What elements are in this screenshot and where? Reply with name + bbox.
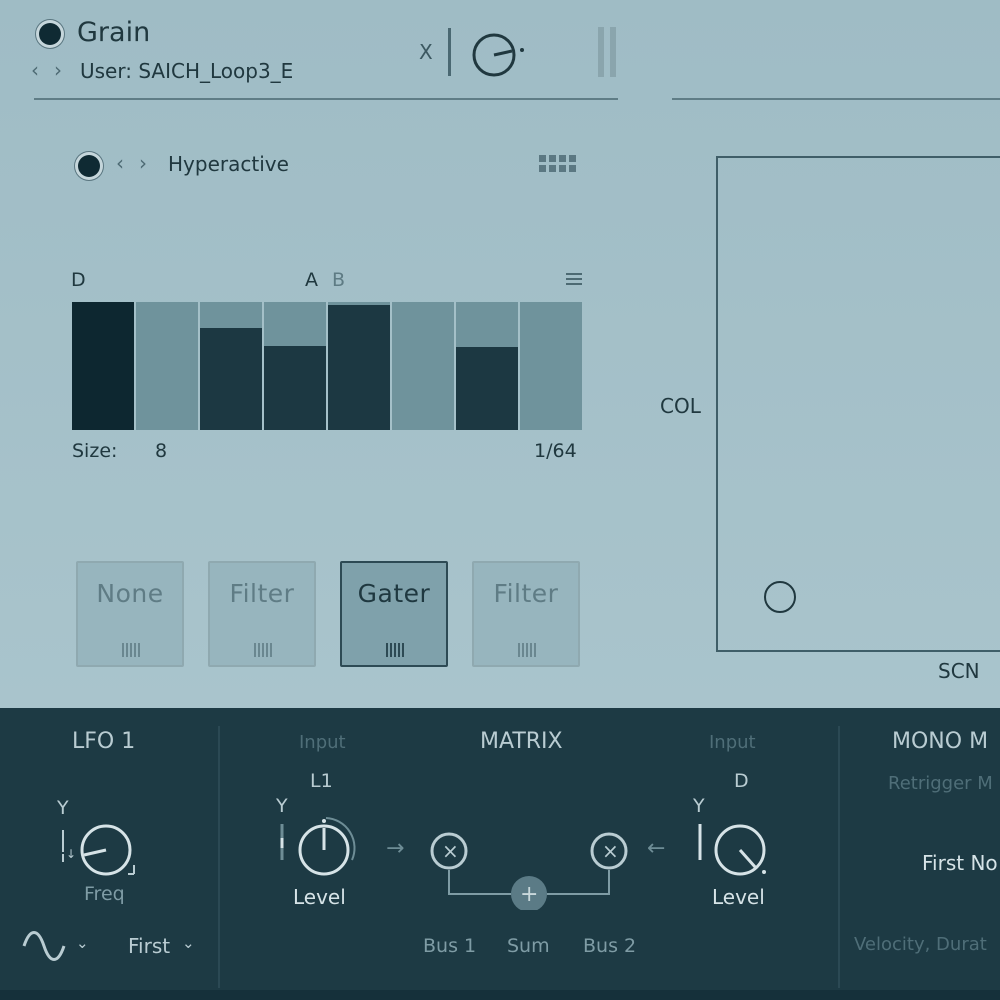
xy-y-axis-label: COL	[660, 394, 701, 418]
waveform-dropdown-icon[interactable]: ⌄	[76, 934, 89, 952]
mono-title: MONO M	[892, 729, 989, 754]
step-bar-7[interactable]	[456, 302, 518, 430]
arrow-right-icon: →	[386, 836, 405, 861]
rate-value[interactable]: 1/64	[534, 440, 577, 462]
grip-icon[interactable]	[386, 643, 404, 657]
bus1-multiply-icon[interactable]	[428, 830, 468, 870]
step-bar-fill	[200, 327, 262, 430]
svg-text:↓: ↓	[66, 847, 76, 861]
size-value[interactable]: 8	[155, 440, 167, 462]
lfo-retrigger-value[interactable]: First	[128, 934, 170, 958]
module-slot-2-label: Filter	[229, 579, 295, 608]
xy-pad[interactable]	[716, 156, 1000, 652]
bus1-label: Bus 1	[423, 935, 477, 957]
step-bar-fill	[328, 304, 390, 430]
matrix-right-y-label: Y	[693, 795, 705, 817]
drag-handle-left[interactable]	[598, 27, 604, 77]
module-power-toggle[interactable]	[39, 23, 61, 45]
sum-add-icon[interactable]	[510, 875, 550, 915]
module-slot-4-button[interactable]: Filter	[472, 561, 580, 667]
bottom-edge	[0, 990, 1000, 1000]
step-bar-2[interactable]	[136, 302, 198, 430]
sum-label: Sum	[507, 935, 550, 957]
module-slot-3-button[interactable]: Gater	[340, 561, 448, 667]
step-bar-6[interactable]	[392, 302, 454, 430]
step-bar-3[interactable]	[200, 302, 262, 430]
preset-prev-icon[interactable]: ‹	[31, 58, 39, 82]
size-label: Size:	[72, 440, 118, 462]
arrow-left-icon: ←	[647, 836, 666, 861]
bus2-multiply-icon[interactable]	[588, 830, 628, 870]
grip-icon[interactable]	[518, 643, 536, 657]
step-bar-fill	[456, 346, 518, 430]
step-sequencer[interactable]	[72, 0, 582, 432]
sine-wave-icon[interactable]	[20, 928, 68, 968]
matrix-title: MATRIX	[480, 729, 563, 754]
xy-pad-handle[interactable]	[764, 581, 796, 613]
lfo-freq-knob[interactable]: ↓	[60, 822, 150, 886]
matrix-right-level-knob[interactable]	[694, 816, 778, 886]
mono-velocity-label: Velocity, Durat	[854, 934, 987, 955]
lfo-y-label: Y	[57, 797, 69, 819]
mono-retrigger-label: Retrigger M	[888, 773, 993, 794]
matrix-left-source[interactable]: L1	[310, 770, 333, 792]
step-bar-1[interactable]	[72, 302, 134, 430]
step-bar-fill	[72, 302, 134, 430]
module-slot-1-button[interactable]: None	[76, 561, 184, 667]
matrix-right-level-label: Level	[712, 885, 765, 909]
bus2-label: Bus 2	[583, 935, 637, 957]
retrigger-dropdown-icon[interactable]: ⌄	[182, 934, 195, 952]
step-bar-4[interactable]	[264, 302, 326, 430]
matrix-input-right-label: Input	[709, 732, 756, 753]
lfo-title: LFO 1	[72, 729, 136, 754]
grip-icon[interactable]	[254, 643, 272, 657]
grip-icon[interactable]	[122, 643, 140, 657]
header-underline-right	[672, 98, 1000, 100]
module-slot-1-label: None	[96, 579, 164, 608]
step-bar-5[interactable]	[328, 302, 390, 430]
matrix-left-y-label: Y	[276, 795, 288, 817]
matrix-left-level-label: Level	[293, 885, 346, 909]
matrix-right-source[interactable]: D	[734, 770, 749, 792]
section-divider	[838, 726, 840, 988]
lfo-freq-label: Freq	[84, 883, 125, 905]
mono-first-note-value[interactable]: First No	[922, 851, 998, 875]
matrix-left-level-knob[interactable]	[278, 816, 362, 886]
xy-x-axis-label: SCN	[938, 659, 980, 683]
preset-next-icon[interactable]: ›	[54, 58, 62, 82]
module-slot-3-label: Gater	[357, 579, 431, 608]
step-bar-8[interactable]	[520, 302, 582, 430]
step-bar-fill	[264, 345, 326, 430]
section-divider	[218, 726, 220, 988]
drag-handle-right[interactable]	[610, 27, 616, 77]
module-slot-2-button[interactable]: Filter	[208, 561, 316, 667]
module-slot-4-label: Filter	[493, 579, 559, 608]
matrix-input-left-label: Input	[299, 732, 346, 753]
